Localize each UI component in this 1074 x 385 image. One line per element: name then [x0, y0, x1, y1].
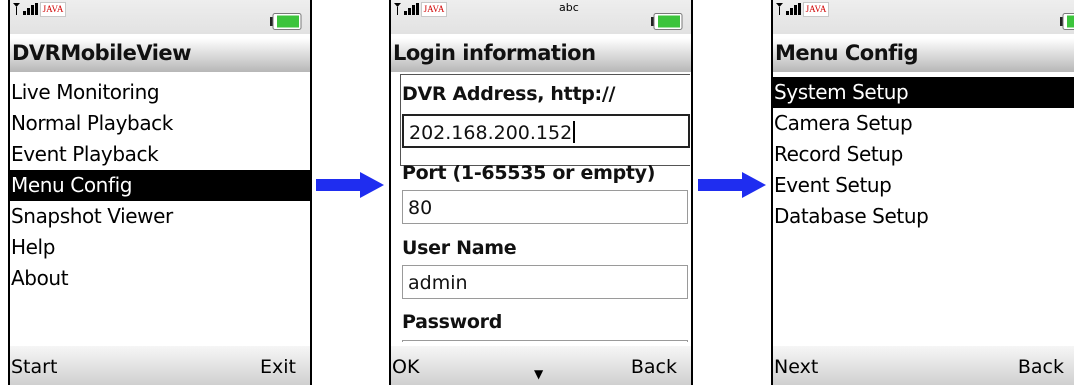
menu-item-snapshot-viewer[interactable]: Snapshot Viewer: [10, 201, 310, 232]
back-soft-key[interactable]: Back: [631, 356, 677, 378]
menu-item-camera-setup[interactable]: Camera Setup: [773, 108, 1074, 139]
scroll-down-icon: ▼: [534, 367, 544, 381]
soft-key-bar: OK ▼ Back: [391, 346, 691, 385]
menu-item-event-playback[interactable]: Event Playback: [10, 139, 310, 170]
menu-item-help[interactable]: Help: [10, 232, 310, 263]
page-title: Login information: [393, 41, 596, 65]
right-arrow-icon: [316, 172, 384, 198]
screen-title-bar: Login information: [391, 38, 691, 72]
password-input[interactable]: [402, 340, 688, 342]
exit-soft-key[interactable]: Exit: [260, 356, 296, 378]
battery-icon: [651, 13, 683, 30]
status-bar: JAVA: [10, 0, 310, 34]
menu-item-live-monitoring[interactable]: Live Monitoring: [10, 77, 310, 108]
port-value: 80: [408, 197, 433, 219]
signal-strength-icon: [776, 3, 801, 15]
status-bar: JAVA abc: [391, 0, 691, 34]
login-screen: JAVA abc Login information DVR Address, …: [389, 0, 693, 385]
screen-title-bar: Menu Config: [773, 38, 1074, 72]
right-arrow-icon: [698, 172, 766, 198]
port-label: Port (1-65535 or empty): [402, 162, 656, 184]
signal-strength-icon: [13, 3, 38, 15]
config-menu-list: System Setup Camera Setup Record Setup E…: [773, 77, 1074, 232]
login-form: DVR Address, http:// 202.168.200.152 Por…: [391, 74, 691, 342]
dvr-address-input[interactable]: 202.168.200.152: [402, 114, 690, 148]
battery-icon: [1060, 13, 1074, 30]
menu-config-screen: JAVA Menu Config System Setup Camera Set…: [771, 0, 1074, 385]
dvr-address-label: DVR Address, http://: [402, 83, 616, 105]
signal-strength-icon: [394, 3, 419, 15]
status-bar: JAVA: [773, 0, 1074, 34]
user-name-label: User Name: [402, 237, 517, 259]
page-title: DVRMobileView: [12, 41, 192, 65]
text-caret: [573, 121, 576, 143]
back-soft-key[interactable]: Back: [1018, 356, 1064, 378]
main-menu-list: Live Monitoring Normal Playback Event Pl…: [10, 77, 310, 294]
menu-item-menu-config[interactable]: Menu Config: [10, 170, 310, 201]
java-app-icon: JAVA: [421, 2, 447, 17]
menu-item-normal-playback[interactable]: Normal Playback: [10, 108, 310, 139]
menu-item-database-setup[interactable]: Database Setup: [773, 201, 1074, 232]
password-label: Password: [402, 311, 503, 333]
menu-item-about[interactable]: About: [10, 263, 310, 294]
next-soft-key[interactable]: Next: [774, 356, 818, 378]
menu-item-event-setup[interactable]: Event Setup: [773, 170, 1074, 201]
menu-item-record-setup[interactable]: Record Setup: [773, 139, 1074, 170]
menu-item-system-setup[interactable]: System Setup: [773, 77, 1074, 108]
ok-soft-key[interactable]: OK: [392, 356, 419, 378]
soft-key-bar: Start Exit: [10, 346, 310, 385]
user-name-value: admin: [408, 272, 468, 294]
soft-key-bar: Next Back: [773, 346, 1074, 385]
screen-title-bar: DVRMobileView: [10, 38, 310, 72]
user-name-input[interactable]: admin: [402, 265, 688, 299]
java-app-icon: JAVA: [803, 2, 829, 17]
start-soft-key[interactable]: Start: [11, 356, 57, 378]
main-menu-screen: JAVA DVRMobileView Live Monitoring Norma…: [8, 0, 312, 385]
dvr-address-value: 202.168.200.152: [409, 122, 573, 144]
java-app-icon: JAVA: [40, 2, 66, 17]
page-title: Menu Config: [775, 41, 919, 65]
battery-icon: [270, 13, 302, 30]
input-mode-indicator: abc: [559, 1, 579, 14]
port-input[interactable]: 80: [402, 190, 688, 224]
